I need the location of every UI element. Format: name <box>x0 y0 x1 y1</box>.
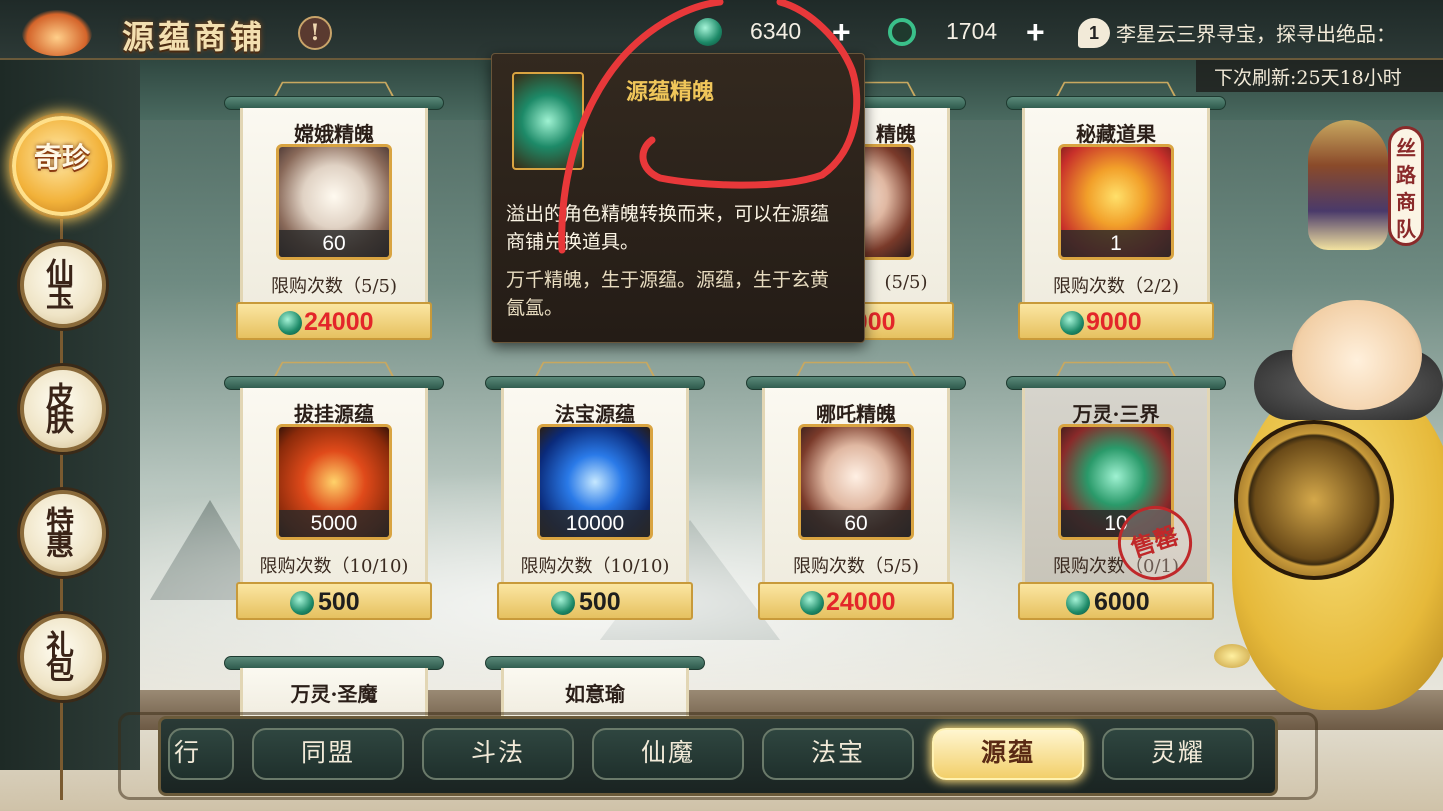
item-name: 法宝源蕴 <box>555 402 635 426</box>
purchase-limit: 限购次数（5/5) <box>271 276 397 297</box>
nav-label: 皮肤 <box>42 382 75 430</box>
item-name: 如意瑜 <box>565 682 625 706</box>
item-tooltip: 源蕴精魄 溢出的角色精魄转换而来，可以在源蕴商铺兑换道具。 万千精魄，生于源蕴。… <box>491 53 865 343</box>
notice-badge: 1 <box>1078 18 1110 48</box>
nav-tab-tehui[interactable]: 特惠 <box>20 490 106 576</box>
gold-coin-icon <box>1214 644 1250 668</box>
nav-tab-xianyu[interactable]: 仙玉 <box>20 242 106 328</box>
item-price: 500 <box>318 588 360 616</box>
tooltip-flavor-text: 万千精魄，生于源蕴。源蕴，生于玄黄氤氲。 <box>506 269 830 319</box>
shop-item-card[interactable]: 万灵·三界 10 限购次数（0/1) 6000 售罄 <box>1006 361 1226 632</box>
nav-label: 奇珍 <box>34 141 91 174</box>
buy-button[interactable]: 24000 <box>758 582 954 620</box>
tab-duel[interactable]: 斗法 <box>422 728 574 780</box>
purchase-limit: 限购次数（2/2) <box>1053 276 1179 297</box>
jade-coin-icon <box>278 311 302 335</box>
shop-item-card[interactable]: 嫦娥精魄 60 限购次数（5/5) 24000 <box>224 81 444 352</box>
bottom-tab-bar: 行 同盟 斗法 仙魔 法宝 源蕴 灵耀 <box>118 706 1318 811</box>
currency-token: 1704 + <box>888 14 1058 50</box>
item-quantity: 60 <box>279 230 389 257</box>
add-currency-button[interactable]: + <box>1026 14 1045 51</box>
tab-lingyao[interactable]: 灵耀 <box>1102 728 1254 780</box>
shop-item-card[interactable]: 法宝源蕴 10000 限购次数（10/10) 500 <box>485 361 705 632</box>
buy-button[interactable]: 500 <box>236 582 432 620</box>
page-title: 源蕴商铺 <box>122 18 267 56</box>
item-icon: 1 <box>1058 144 1174 260</box>
top-bar: 源蕴商铺 ! 6340 + 1704 + 1 李星云三界寻宝，探寻出绝品： <box>0 0 1443 60</box>
tooltip-description: 溢出的角色精魄转换而来，可以在源蕴商铺兑换道具。 <box>506 203 830 253</box>
merchant-companion <box>1308 120 1388 250</box>
nav-label: 仙玉 <box>42 258 75 306</box>
tab-yuanyun[interactable]: 源蕴 <box>932 728 1084 780</box>
currency-value: 6340 <box>750 18 802 44</box>
merchant-npc[interactable]: 丝路商队 <box>1214 100 1443 811</box>
jade-soul-icon <box>694 18 722 46</box>
item-name: 秘藏道果 <box>1076 122 1156 146</box>
item-quantity: 10000 <box>540 510 650 537</box>
item-name: 万灵·圣魔 <box>290 682 378 706</box>
buy-button[interactable]: 9000 <box>1018 302 1214 340</box>
item-icon: 5000 <box>276 424 392 540</box>
shop-item-card[interactable]: 秘藏道果 1 限购次数（2/2) 9000 <box>1006 81 1226 352</box>
nav-tab-pifu[interactable]: 皮肤 <box>20 366 106 452</box>
nav-label: 特惠 <box>42 506 75 554</box>
item-icon: 60 <box>276 144 392 260</box>
item-icon: 60 <box>798 424 914 540</box>
shop-item-card[interactable]: 拔挂源蕴 5000 限购次数（10/10) 500 <box>224 361 444 632</box>
tab-fabao[interactable]: 法宝 <box>762 728 914 780</box>
nav-label: 礼包 <box>42 630 75 678</box>
item-icon: 10000 <box>537 424 653 540</box>
silk-road-caravan-tag[interactable]: 丝路商队 <box>1388 126 1424 246</box>
jade-soul-icon <box>512 72 584 170</box>
item-name: 哪吒精魄 <box>816 402 896 426</box>
jade-coin-icon <box>290 591 314 615</box>
item-name: 拔挂源蕴 <box>294 402 374 426</box>
info-button[interactable]: ! <box>298 16 332 50</box>
item-price: 24000 <box>304 308 374 336</box>
left-nav: 奇珍 仙玉 皮肤 特惠 礼包 <box>0 60 140 800</box>
tab-partial[interactable]: 行 <box>168 728 234 780</box>
add-currency-button[interactable]: + <box>832 14 851 51</box>
currency-value: 1704 <box>946 18 998 44</box>
merchant-face <box>1292 300 1422 410</box>
item-quantity: 1 <box>1061 230 1171 257</box>
nav-tab-qizhen[interactable]: 奇珍 <box>12 116 112 216</box>
jade-coin-icon <box>551 591 575 615</box>
item-name: 万灵·三界 <box>1072 402 1160 426</box>
tab-alliance[interactable]: 同盟 <box>252 728 404 780</box>
purchase-limit: 限购次数（5/5) <box>793 556 919 577</box>
refresh-timer: 下次刷新:25天18小时 <box>1196 60 1443 92</box>
buy-button[interactable]: 24000 <box>236 302 432 340</box>
purchase-limit: 限购次数（10/10) <box>520 556 670 577</box>
tooltip-title: 源蕴精魄 <box>626 79 715 105</box>
item-price: 24000 <box>826 588 896 616</box>
shop-item-card[interactable]: 哪吒精魄 60 限购次数（5/5) 24000 <box>746 361 966 632</box>
item-name: 嫦娥精魄 <box>294 122 374 146</box>
jade-coin-icon <box>1060 311 1084 335</box>
buy-button[interactable]: 500 <box>497 582 693 620</box>
merchant-coin-shield-icon <box>1234 420 1394 580</box>
item-price: 500 <box>579 588 621 616</box>
buy-button[interactable]: 6000 <box>1018 582 1214 620</box>
item-price: 9000 <box>1086 308 1142 336</box>
marquee-notice: 李星云三界寻宝，探寻出绝品： <box>1116 22 1396 46</box>
spiral-token-icon <box>888 18 916 46</box>
jade-coin-icon <box>800 591 824 615</box>
jade-coin-icon <box>1066 591 1090 615</box>
shop-logo-icon <box>22 10 92 56</box>
item-price: 6000 <box>1094 588 1150 616</box>
item-quantity: 60 <box>801 510 911 537</box>
purchase-limit: 限购次数（10/10) <box>259 556 409 577</box>
item-quantity: 5000 <box>279 510 389 537</box>
tab-xianmo[interactable]: 仙魔 <box>592 728 744 780</box>
currency-jade: 6340 + <box>694 14 864 50</box>
nav-tab-libao[interactable]: 礼包 <box>20 614 106 700</box>
